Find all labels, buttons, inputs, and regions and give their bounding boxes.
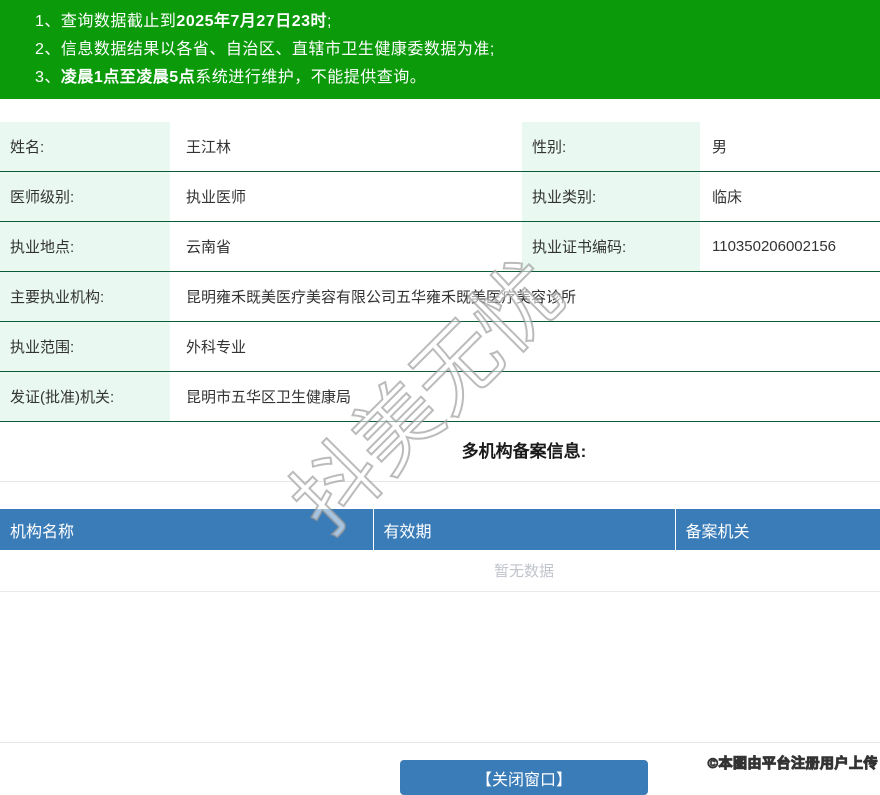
table-row: 暂无数据 bbox=[0, 550, 880, 592]
close-window-button[interactable]: 【关闭窗口】 bbox=[400, 760, 648, 795]
column-header-validity-period: 有效期 bbox=[373, 509, 676, 550]
notice-text: 系统进行维护，不能提供查询。 bbox=[195, 69, 427, 86]
footer-button-row: 【关闭窗口】 bbox=[0, 760, 880, 795]
column-header-institution-name: 机构名称 bbox=[0, 509, 374, 550]
empty-data-text: 暂无数据 bbox=[0, 550, 880, 592]
field-label-practice-category: 执业类别: bbox=[522, 171, 700, 222]
notice-line-2: 2、信息数据结果以各省、自治区、直辖市卫生健康委数据为准; bbox=[0, 36, 880, 64]
doctor-info-table: 姓名: 王江林 性别: 男 医师级别: 执业医师 执业类别: 临床 执业地点: … bbox=[0, 122, 880, 422]
notice-text-bold: 2025年7月27日23时 bbox=[176, 13, 328, 30]
multi-org-record-table: 机构名称 有效期 备案机关 暂无数据 bbox=[0, 509, 880, 592]
field-value-issuing-authority: 昆明市五华区卫生健康局 bbox=[186, 389, 352, 406]
table-row: 姓名: 王江林 性别: 男 bbox=[0, 122, 880, 172]
field-label-issuing-authority: 发证(批准)机关: bbox=[0, 371, 170, 422]
field-label-main-institution: 主要执业机构: bbox=[0, 271, 170, 322]
field-value-doctor-level: 执业医师 bbox=[186, 189, 247, 206]
field-value-name: 王江林 bbox=[186, 139, 232, 156]
notice-text: 信息数据结果以各省、自治区、直辖市卫生健康委数据为准; bbox=[60, 41, 495, 58]
notice-text-bold: 凌晨1点至凌晨5点 bbox=[60, 69, 196, 86]
field-label-practice-scope: 执业范围: bbox=[0, 321, 170, 372]
record-table-header-row: 机构名称 有效期 备案机关 bbox=[0, 509, 880, 550]
notice-banner: 1、查询数据截止到2025年7月27日23时; 2、信息数据结果以各省、自治区、… bbox=[0, 0, 880, 99]
footer-divider bbox=[0, 742, 880, 743]
notice-number: 1、 bbox=[35, 13, 61, 30]
notice-text: 查询数据截止到 bbox=[60, 13, 177, 30]
field-value-certificate-number: 110350206002156 bbox=[712, 238, 837, 255]
table-row: 医师级别: 执业医师 执业类别: 临床 bbox=[0, 171, 880, 222]
field-value-main-institution: 昆明雍禾既美医疗美容有限公司五华雍禾既美医疗美容诊所 bbox=[186, 289, 577, 306]
notice-text: ; bbox=[327, 13, 332, 30]
field-value-practice-category: 临床 bbox=[712, 189, 743, 206]
multi-org-section-title: 多机构备案信息: bbox=[0, 422, 880, 482]
table-row: 执业地点: 云南省 执业证书编码: 110350206002156 bbox=[0, 221, 880, 272]
field-label-name: 姓名: bbox=[0, 122, 170, 172]
field-label-gender: 性别: bbox=[522, 122, 700, 172]
field-label-practice-location: 执业地点: bbox=[0, 221, 170, 272]
field-label-doctor-level: 医师级别: bbox=[0, 171, 170, 222]
field-value-gender: 男 bbox=[712, 139, 728, 156]
notice-number: 2、 bbox=[35, 41, 61, 58]
column-header-record-authority: 备案机关 bbox=[675, 509, 880, 550]
field-value-practice-location: 云南省 bbox=[186, 239, 232, 256]
notice-line-3: 3、凌晨1点至凌晨5点系统进行维护，不能提供查询。 bbox=[0, 64, 880, 92]
table-row: 主要执业机构: 昆明雍禾既美医疗美容有限公司五华雍禾既美医疗美容诊所 bbox=[0, 271, 880, 322]
notice-line-1: 1、查询数据截止到2025年7月27日23时; bbox=[0, 8, 880, 36]
table-row: 执业范围: 外科专业 bbox=[0, 321, 880, 372]
table-row: 发证(批准)机关: 昆明市五华区卫生健康局 bbox=[0, 371, 880, 422]
field-label-certificate-number: 执业证书编码: bbox=[522, 221, 700, 272]
field-value-practice-scope: 外科专业 bbox=[186, 339, 247, 356]
page-container: 1、查询数据截止到2025年7月27日23时; 2、信息数据结果以各省、自治区、… bbox=[0, 0, 880, 795]
notice-number: 3、 bbox=[35, 69, 61, 86]
